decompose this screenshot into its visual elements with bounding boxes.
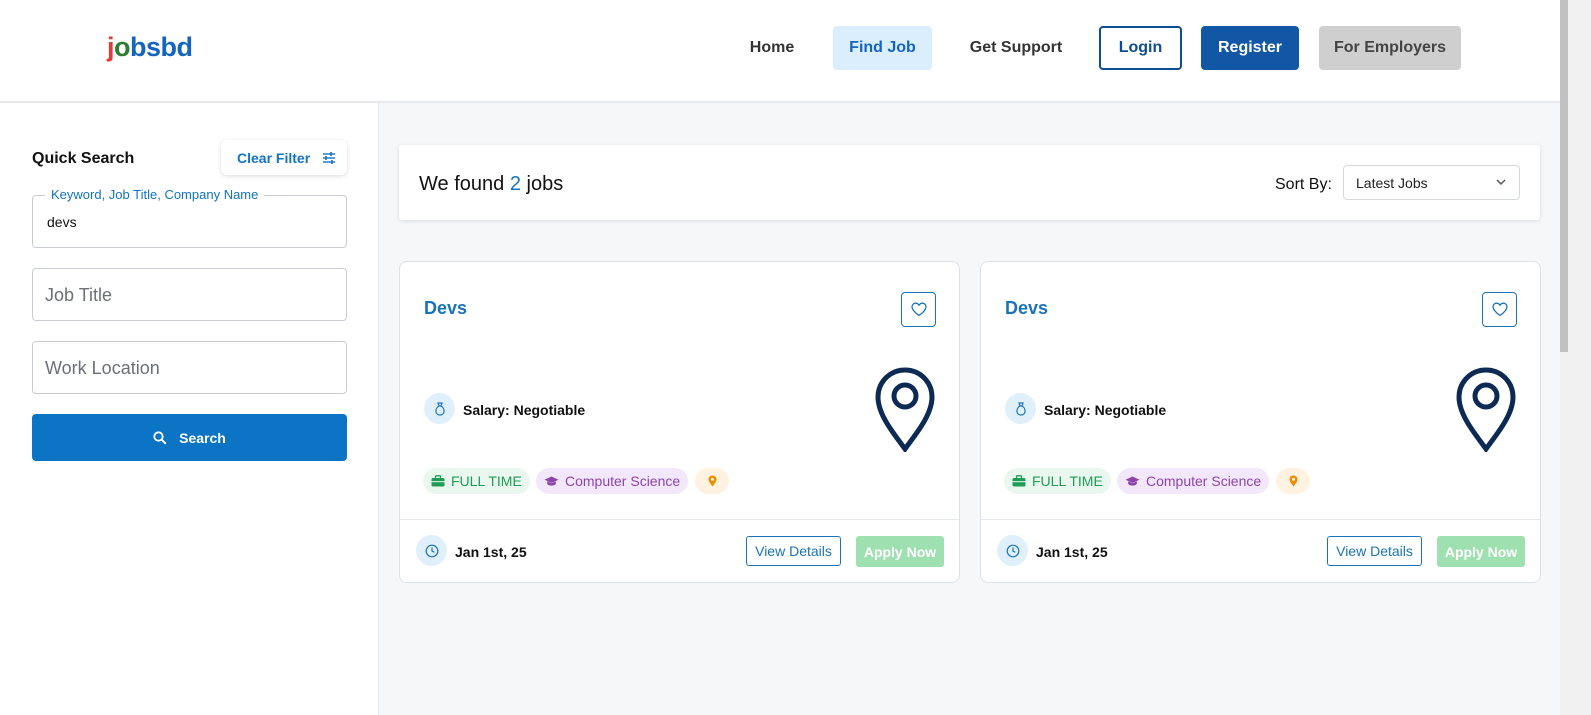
posted-date: Jan 1st, 25 [1036,544,1108,560]
location-pin-icon [875,367,935,452]
salary-text: Salary: Negotiable [1044,402,1167,418]
for-employers-button[interactable]: For Employers [1319,26,1461,70]
results-area: We found 2 jobs Sort By: Latest Jobs Dev… [379,103,1560,715]
scrollbar-thumb[interactable] [1560,0,1568,352]
work-location-field[interactable]: Work Location [32,341,347,394]
salary-text: Salary: Negotiable [463,402,586,418]
nav-home[interactable]: Home [735,26,809,70]
results-count-text: We found 2 jobs [419,173,564,195]
department-tag: Computer Science [536,468,689,494]
favorite-button[interactable] [901,292,936,327]
job-type-tag: FULL TIME [1004,468,1111,494]
clear-filter-label: Clear Filter [237,149,311,166]
search-button[interactable]: Search [32,414,347,461]
keyword-field-value[interactable]: devs [47,214,77,230]
quick-search-title: Quick Search [32,150,135,167]
search-button-label: Search [179,429,226,446]
map-marker-icon [1289,475,1297,487]
clock-icon [416,535,447,566]
results-count: 2 [509,173,521,195]
job-card[interactable]: Devs Salary: Negotiable FULL TIME Comput… [399,261,960,583]
job-title-placeholder: Job Title [45,285,113,305]
view-details-button[interactable]: View Details [746,536,841,566]
page-scrollbar[interactable] [1560,0,1591,715]
job-card[interactable]: Devs Salary: Negotiable FULL TIME Comput… [980,261,1541,583]
nav-find-job[interactable]: Find Job [833,26,932,70]
view-details-button[interactable]: View Details [1327,536,1422,566]
sliders-icon [323,151,336,164]
location-tag [695,468,729,494]
graduation-cap-icon [1125,476,1140,486]
search-icon [153,430,167,445]
location-pin-icon [1456,367,1516,452]
clock-icon [997,535,1028,566]
keyword-field-label: Keyword, Job Title, Company Name [45,187,265,202]
briefcase-icon [431,475,445,487]
graduation-cap-icon [544,476,559,486]
sort-by-select[interactable]: Latest Jobs [1343,165,1520,200]
briefcase-icon [1012,475,1026,487]
heart-icon [1491,302,1508,317]
map-marker-icon [708,475,716,487]
money-bag-icon [424,393,455,424]
heart-icon [910,302,927,317]
job-title[interactable]: Devs [424,298,467,319]
department-tag: Computer Science [1117,468,1270,494]
results-summary-bar: We found 2 jobs Sort By: Latest Jobs [399,145,1540,220]
site-header: jobsbd Home Find Job Get Support Login R… [0,0,1560,103]
posted-date: Jan 1st, 25 [455,544,527,560]
apply-now-button[interactable]: Apply Now [1437,536,1525,567]
sort-by-value: Latest Jobs [1356,174,1428,191]
location-tag [1276,468,1310,494]
money-bag-icon [1005,393,1036,424]
job-title[interactable]: Devs [1005,298,1048,319]
quick-search-sidebar: Quick Search Clear Filter Keyword, Job T… [0,103,379,715]
site-logo[interactable]: jobsbd [107,32,193,63]
apply-now-button[interactable]: Apply Now [856,536,944,567]
chevron-down-icon [1496,179,1506,186]
nav-get-support[interactable]: Get Support [955,26,1077,70]
job-title-field[interactable]: Job Title [32,268,347,321]
clear-filter-button[interactable]: Clear Filter [221,140,347,175]
card-divider [400,519,959,520]
work-location-placeholder: Work Location [45,358,160,378]
sort-by-label: Sort By: [1275,176,1332,193]
login-button[interactable]: Login [1099,26,1182,70]
card-divider [981,519,1540,520]
favorite-button[interactable] [1482,292,1517,327]
register-button[interactable]: Register [1201,26,1299,70]
job-type-tag: FULL TIME [423,468,530,494]
keyword-field[interactable]: Keyword, Job Title, Company Name devs [32,187,347,248]
